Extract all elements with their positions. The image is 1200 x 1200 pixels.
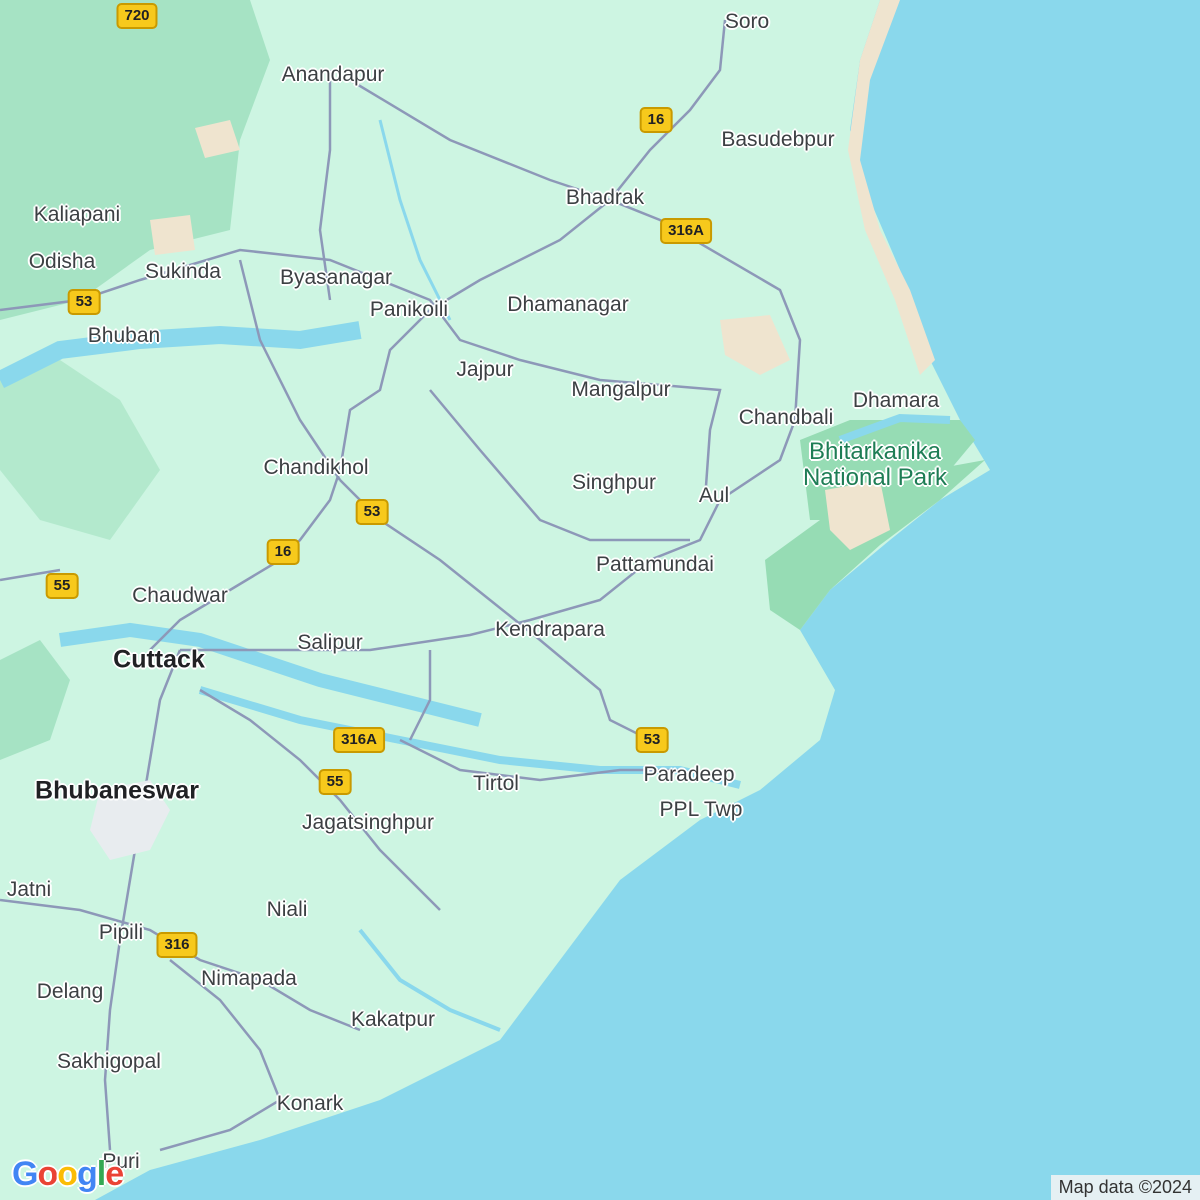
place-label-chaudwar[interactable]: Chaudwar	[132, 584, 228, 608]
place-label-salipur[interactable]: Salipur	[297, 631, 362, 655]
route-shield-53[interactable]: 53	[67, 289, 101, 315]
place-label-dhamara[interactable]: Dhamara	[853, 389, 939, 413]
route-shield-55[interactable]: 55	[318, 769, 352, 795]
place-label-pattamundai[interactable]: Pattamundai	[596, 553, 714, 577]
place-label-kakatpur[interactable]: Kakatpur	[351, 1008, 435, 1032]
place-label-sakhigopal[interactable]: Sakhigopal	[57, 1050, 161, 1074]
place-label-jagatsinghpur[interactable]: Jagatsinghpur	[302, 811, 434, 835]
place-label-delang[interactable]: Delang	[37, 980, 104, 1004]
route-shield-55[interactable]: 55	[45, 573, 79, 599]
park-label-line-2: National Park	[802, 464, 948, 491]
place-label-jatni[interactable]: Jatni	[7, 878, 51, 902]
place-label-panikoili[interactable]: Panikoili	[370, 298, 448, 322]
logo-letter: o	[57, 1155, 78, 1193]
place-label-chandikhol[interactable]: Chandikhol	[263, 456, 368, 480]
place-label-bhadrak[interactable]: Bhadrak	[566, 186, 644, 210]
sand-area	[150, 215, 195, 255]
route-shield-16[interactable]: 16	[639, 107, 673, 133]
route-shield-53[interactable]: 53	[355, 499, 389, 525]
place-label-pipili[interactable]: Pipili	[99, 921, 143, 945]
place-label-niali[interactable]: Niali	[267, 898, 308, 922]
logo-letter: g	[77, 1155, 98, 1193]
logo-letter: o	[37, 1155, 58, 1193]
route-shield-316a[interactable]: 316A	[660, 218, 712, 244]
place-label-chandbali[interactable]: Chandbali	[739, 406, 834, 430]
place-label-ppl-twp[interactable]: PPL Twp	[660, 798, 743, 822]
place-label-basudebpur[interactable]: Basudebpur	[721, 128, 834, 152]
place-label-kendrapara[interactable]: Kendrapara	[495, 618, 605, 642]
route-shield-316[interactable]: 316	[156, 932, 198, 958]
place-label-nimapada[interactable]: Nimapada	[201, 967, 297, 991]
map-attribution[interactable]: Map data ©2024	[1050, 1175, 1200, 1200]
place-label-byasanagar[interactable]: Byasanagar	[280, 266, 392, 290]
park-label-bhitarkanika[interactable]: Bhitarkanika National Park	[803, 439, 947, 491]
google-logo: Google	[12, 1155, 124, 1194]
route-shield-53[interactable]: 53	[635, 727, 669, 753]
logo-letter: l	[96, 1155, 107, 1193]
place-label-anandapur[interactable]: Anandapur	[282, 63, 385, 87]
place-label-aul[interactable]: Aul	[699, 484, 729, 508]
logo-letter: G	[12, 1155, 38, 1193]
place-label-tirtol[interactable]: Tirtol	[473, 772, 519, 796]
place-label-sukinda[interactable]: Sukinda	[145, 260, 221, 284]
place-label-mangalpur[interactable]: Mangalpur	[571, 378, 670, 402]
place-label-soro[interactable]: Soro	[725, 10, 769, 34]
place-label-singhpur[interactable]: Singhpur	[572, 471, 656, 495]
place-label-kaliapani[interactable]: Kaliapani	[34, 203, 120, 227]
park-label-line-1: Bhitarkanika	[808, 438, 942, 465]
logo-letter: e	[105, 1155, 124, 1193]
place-label-konark[interactable]: Konark	[277, 1092, 344, 1116]
place-label-bhubaneswar[interactable]: Bhubaneswar	[35, 777, 199, 806]
place-label-cuttack[interactable]: Cuttack	[113, 646, 205, 675]
route-shield-720[interactable]: 720	[116, 3, 158, 29]
place-label-paradeep[interactable]: Paradeep	[643, 763, 734, 787]
place-label-jajpur[interactable]: Jajpur	[456, 358, 513, 382]
route-shield-16[interactable]: 16	[266, 539, 300, 565]
place-label-dhamanagar[interactable]: Dhamanagar	[507, 293, 628, 317]
place-label-odisha[interactable]: Odisha	[29, 250, 96, 274]
place-label-bhuban[interactable]: Bhuban	[88, 324, 160, 348]
route-shield-316a[interactable]: 316A	[333, 727, 385, 753]
